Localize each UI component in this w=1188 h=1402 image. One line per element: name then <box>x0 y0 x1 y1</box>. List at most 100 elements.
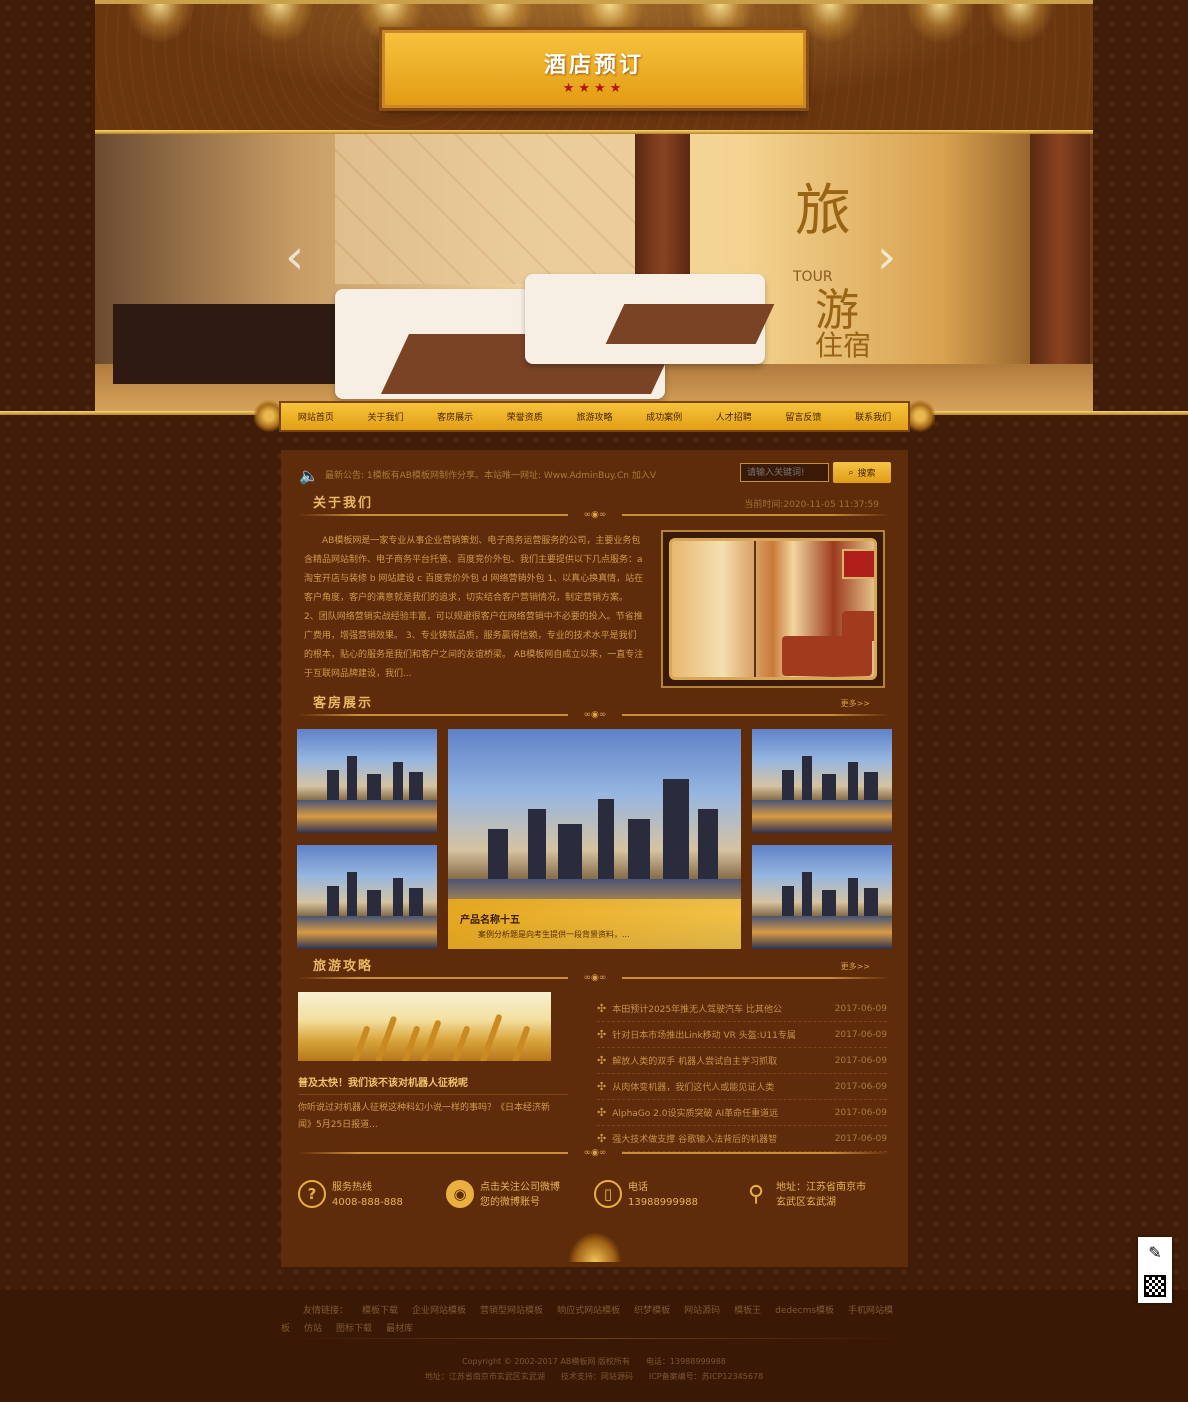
banner-char-3: 住宿 <box>815 329 872 362</box>
footer-link[interactable]: dedecms模板 <box>775 1306 834 1316</box>
spotlight <box>905 4 975 44</box>
footer-link[interactable]: 模板王 <box>734 1306 761 1316</box>
guide-image[interactable] <box>298 992 551 1061</box>
banner-word: TOUR <box>793 269 833 285</box>
footer-link[interactable]: 仿站 <box>304 1324 322 1334</box>
nav-jobs[interactable]: 人才招聘 <box>716 410 752 423</box>
nav-home[interactable]: 网站首页 <box>298 410 334 423</box>
help-icon: ? <box>298 1180 326 1208</box>
notice-marquee[interactable]: 最新公告: 1模板有AB模板网制作分享。本站唯一网址: Www.AdminBuy… <box>325 468 695 481</box>
about-title: 关于我们 <box>313 496 374 511</box>
footer-link[interactable]: 响应式网站模板 <box>557 1306 620 1316</box>
site-logo[interactable]: 酒店预订 ★★★★ <box>382 30 806 108</box>
about-text: AB模板网是一家专业从事企业营销策划、电子商务运营服务的公司，主要业务包含精品网… <box>304 536 644 679</box>
contact-hotline[interactable]: ? 服务热线 4008-888-888 <box>298 1180 403 1210</box>
bullet-icon: ✣ <box>597 1028 607 1041</box>
bullet-icon: ✣ <box>597 1054 607 1067</box>
main-content: 🔈 最新公告: 1模板有AB模板网制作分享。本站唯一网址: Www.AdminB… <box>281 450 908 1267</box>
search-icon: ⌕ <box>848 467 854 478</box>
guide-more-link[interactable]: 更多>> <box>841 961 870 972</box>
contact-phone[interactable]: ▯ 电话 13988999988 <box>594 1180 698 1210</box>
speaker-icon: 🔈 <box>299 466 319 485</box>
glass-frame <box>754 541 756 677</box>
side-widget: ✎ <box>1138 1237 1172 1303</box>
weibo-icon: ◉ <box>446 1180 474 1208</box>
spotlight <box>245 4 315 44</box>
guide-list: ✣ 本田预计2025年推无人驾驶汽车 比其他公 2017-06-09 ✣ 针对日本市场… <box>597 996 887 1152</box>
about-image[interactable] <box>661 530 885 688</box>
wall-painting <box>842 549 874 579</box>
list-item[interactable]: ✣ 针对日本市场推出Link移动 VR 头盔:U11专属 2017-06-09 <box>597 1022 887 1048</box>
spotlight <box>125 4 195 44</box>
divider-ornament: ∞◉∞ <box>568 973 622 983</box>
nav-guide[interactable]: 旅游攻略 <box>576 410 612 423</box>
nav-rooms[interactable]: 客房展示 <box>437 410 473 423</box>
bed-runner <box>605 304 775 344</box>
banner-prev-arrow[interactable]: ‹ <box>285 229 304 285</box>
featured-caption: 产品名称十五 案例分析题是向考生提供一段背景资料，... <box>448 899 741 949</box>
site-header: 酒店预订 ★★★★ <box>95 0 1093 130</box>
room-thumb[interactable] <box>752 845 892 949</box>
search-button[interactable]: ⌕ 搜索 <box>833 462 891 483</box>
hero-banner: 旅 游 住宿 TOUR ‹ › <box>95 134 1093 412</box>
list-item[interactable]: ✣ 本田预计2025年推无人驾驶汽车 比其他公 2017-06-09 <box>597 996 887 1022</box>
qr-code-icon[interactable] <box>1144 1274 1166 1297</box>
footer-link[interactable]: 最材库 <box>386 1324 413 1334</box>
room-thumb[interactable] <box>297 729 437 833</box>
list-item[interactable]: ✣ 强大技术做支撑 谷歌输入法背后的机器智 2017-06-09 <box>597 1126 887 1152</box>
nav-cases[interactable]: 成功案例 <box>646 410 682 423</box>
links-label: 友情链接： <box>303 1306 349 1316</box>
headboard-wall <box>335 134 635 284</box>
rooms-title: 客房展示 <box>313 696 374 711</box>
sofa <box>782 636 872 676</box>
nav-ornament-left <box>254 398 284 434</box>
phone-icon: ▯ <box>594 1180 622 1208</box>
nav-about[interactable]: 关于我们 <box>367 410 403 423</box>
divider-ornament: ∞◉∞ <box>568 1148 622 1158</box>
guide-headline[interactable]: 普及太快！我们该不该对机器人征税呢 <box>298 1074 468 1089</box>
room-thumb[interactable] <box>297 845 437 949</box>
banner-next-arrow[interactable]: › <box>877 229 896 285</box>
footer-link[interactable]: 模板下载 <box>362 1306 398 1316</box>
footer-link[interactable]: 图标下载 <box>336 1324 372 1334</box>
room-featured[interactable]: 产品名称十五 案例分析题是向考生提供一段背景资料，... <box>448 729 741 949</box>
copyright-line: Copyright © 2002-2017 AB模板网 版权所有 电话：1398… <box>462 1357 726 1366</box>
site-footer: 友情链接： 模板下载 企业网站模板 营销型网站模板 响应式网站模板 织梦模板 网站源码 模板王… <box>0 1290 1188 1402</box>
current-time: 当前时间:2020-11-05 11:37:59 <box>744 500 879 510</box>
list-item[interactable]: ✣ 从肉体变机器，我们这代人或能见证人类 2017-06-09 <box>597 1074 887 1100</box>
bullet-icon: ✣ <box>597 1080 607 1093</box>
nav-contact[interactable]: 联系我们 <box>855 410 891 423</box>
bullet-icon: ✣ <box>597 1002 607 1015</box>
search-input[interactable] <box>740 463 829 482</box>
contact-weibo[interactable]: ◉ 点击关注公司微博 您的微博账号 <box>446 1180 560 1210</box>
sofa <box>842 611 874 641</box>
footer-link[interactable]: 织梦模板 <box>634 1306 670 1316</box>
room-thumb[interactable] <box>752 729 892 833</box>
list-item[interactable]: ✣ 解放人类的双手 机器人尝试自主学习抓取 2017-06-09 <box>597 1048 887 1074</box>
list-item[interactable]: ✣ AlphaGo 2.0设实质突破 AI革命任重道远 2017-06-09 <box>597 1100 887 1126</box>
banner-char-1: 旅 <box>795 179 851 244</box>
footer-link[interactable]: 企业网站模板 <box>412 1306 466 1316</box>
star-rating: ★★★★ <box>562 81 626 96</box>
edit-icon[interactable]: ✎ <box>1148 1243 1161 1262</box>
desk <box>113 304 338 384</box>
footer-link[interactable]: 网站源码 <box>684 1306 720 1316</box>
bullet-icon: ✣ <box>597 1132 607 1145</box>
featured-name: 产品名称十五 <box>460 915 520 926</box>
divider-ornament: ∞◉∞ <box>568 510 622 520</box>
nav-ornament-right <box>905 398 935 434</box>
main-nav: 网站首页 关于我们 客房展示 荣誉资质 旅游攻略 成功案例 人才招聘 留言反馈 … <box>281 403 908 430</box>
bullet-icon: ✣ <box>597 1106 607 1119</box>
rule <box>298 1094 568 1095</box>
footer-link[interactable]: 营销型网站模板 <box>480 1306 543 1316</box>
guide-summary: 你听说过对机器人征税这种科幻小说一样的事吗？《日本经济新闻》5月25日报道... <box>298 1103 551 1130</box>
address-line: 地址：江苏省南京市玄武区玄武湖 技术支持：网站源码 ICP备案编号：苏ICP12… <box>424 1372 764 1381</box>
rooms-more-link[interactable]: 更多>> <box>841 698 870 709</box>
site-title: 酒店预订 <box>543 52 644 78</box>
contact-address[interactable]: ⚲ 地址：江苏省南京市 玄武区玄武湖 <box>742 1180 866 1210</box>
nav-honors[interactable]: 荣誉资质 <box>507 410 543 423</box>
nav-feedback[interactable]: 留言反馈 <box>785 410 821 423</box>
friend-links: 友情链接： 模板下载 企业网站模板 营销型网站模板 响应式网站模板 织梦模板 网站源码 模板王… <box>281 1302 908 1338</box>
spotlight <box>985 4 1055 44</box>
copyright: Copyright © 2002-2017 AB模板网 版权所有 电话：1398… <box>0 1354 1188 1384</box>
